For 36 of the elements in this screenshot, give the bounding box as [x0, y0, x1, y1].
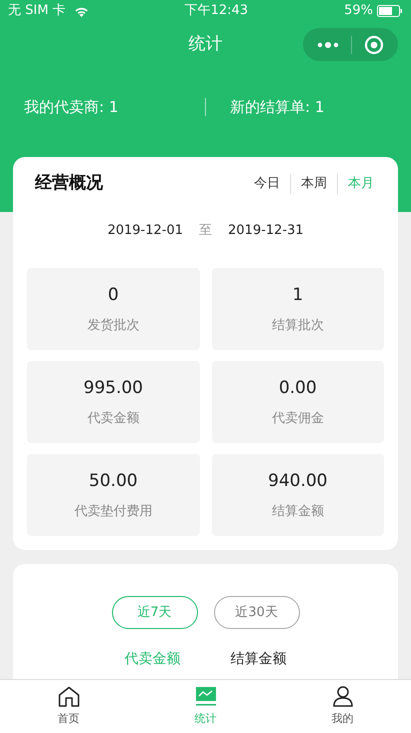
chart-icon — [194, 686, 216, 707]
stat-value: 940.00 — [268, 470, 328, 492]
stat-label: 代卖佣金 — [272, 410, 324, 428]
period-tab[interactable]: 今日 — [244, 174, 290, 194]
stat-label: 结算批次 — [272, 317, 324, 335]
date-separator: 至 — [199, 222, 212, 240]
capsule-menu[interactable] — [303, 28, 398, 61]
stat-label: 代卖金额 — [87, 410, 140, 428]
stat-label: 发货批次 — [87, 317, 140, 335]
stat-value: 0 — [108, 284, 119, 306]
page-title: 统计 — [188, 33, 222, 56]
metric-tab[interactable]: 结算金额 — [230, 649, 286, 670]
tab-bar-item[interactable]: 我的 — [292, 680, 392, 733]
summary-text: 我的代卖商: 1 — [24, 96, 118, 118]
range-button[interactable]: 近30天 — [214, 596, 300, 629]
date-text: 2019-12-31 — [228, 222, 304, 240]
stat-value: 0.00 — [278, 376, 317, 400]
wifi-icon — [74, 6, 89, 16]
user-icon — [332, 686, 352, 707]
stat-value: 50.00 — [88, 470, 138, 492]
battery-text: 59% — [344, 2, 373, 20]
stat-value: 1 — [292, 284, 304, 306]
section-title: 经营概况 — [35, 172, 103, 195]
home-icon — [58, 686, 80, 707]
stat-label: 结算金额 — [272, 503, 324, 521]
stat-value: 995.00 — [84, 376, 143, 400]
close-icon[interactable] — [364, 34, 384, 54]
tab-bar-item[interactable]: 首页 — [18, 680, 118, 733]
time-text: 下午12:43 — [184, 2, 248, 20]
more-icon[interactable] — [317, 42, 339, 48]
carrier-text: 无 SIM 卡 — [8, 2, 66, 20]
date-text: 2019-12-01 — [107, 222, 183, 240]
period-tab[interactable]: 本周 — [290, 174, 337, 194]
battery-icon — [376, 5, 403, 17]
summary-text: 新的结算单: 1 — [230, 96, 324, 118]
stat-label: 代卖垫付费用 — [74, 503, 152, 521]
